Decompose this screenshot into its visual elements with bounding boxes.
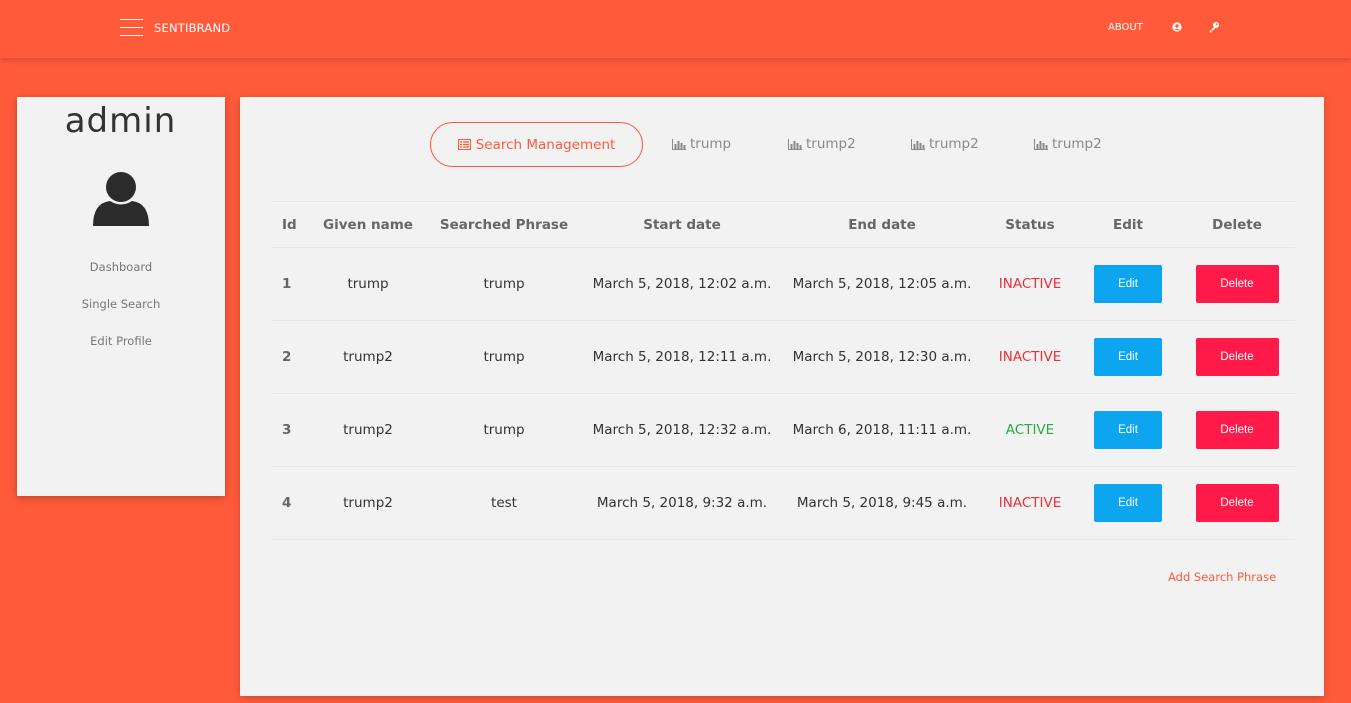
cell-delete: Delete (1179, 320, 1295, 394)
edit-button[interactable]: Edit (1094, 265, 1162, 303)
delete-button[interactable]: Delete (1195, 265, 1279, 303)
tab-search-management[interactable]: Search Management (430, 122, 643, 167)
user-silhouette-icon (93, 172, 149, 226)
tab-trump2-a[interactable]: trump2 (788, 134, 856, 154)
tab-label: trump2 (929, 136, 979, 152)
cell-id: 1 (271, 247, 311, 321)
hamburger-menu-icon[interactable] (120, 18, 143, 38)
cell-edit: Edit (1077, 247, 1179, 321)
key-icon[interactable] (1208, 21, 1220, 33)
cell-phrase: trump (425, 320, 583, 394)
bar-chart-icon (672, 138, 686, 150)
delete-button[interactable]: Delete (1195, 411, 1279, 449)
tab-trump2-b[interactable]: trump2 (911, 134, 979, 154)
tab-label: trump (690, 136, 732, 152)
status-badge: INACTIVE (983, 320, 1077, 394)
header-end-date: End date (781, 201, 983, 248)
header-searched-phrase: Searched Phrase (425, 201, 583, 248)
table-row: 4 trump2 test March 5, 2018, 9:32 a.m. M… (271, 466, 1295, 540)
cell-given-name: trump2 (311, 466, 425, 540)
bar-chart-icon (1034, 138, 1048, 150)
table-row: 3 trump2 trump March 5, 2018, 12:32 a.m.… (271, 393, 1295, 467)
about-link[interactable]: ABOUT (1108, 20, 1143, 36)
cell-start-date: March 5, 2018, 9:32 a.m. (583, 466, 781, 540)
cell-start-date: March 5, 2018, 12:02 a.m. (583, 247, 781, 321)
delete-button[interactable]: Delete (1195, 484, 1279, 522)
search-management-table: Id Given name Searched Phrase Start date… (271, 201, 1295, 540)
table-row: 1 trump trump March 5, 2018, 12:02 a.m. … (271, 247, 1295, 321)
header-given-name: Given name (311, 201, 425, 248)
list-icon (457, 139, 471, 150)
sidebar-item-edit-profile[interactable]: Edit Profile (17, 333, 225, 349)
tab-trump2-c[interactable]: trump2 (1034, 134, 1102, 154)
cell-end-date: March 5, 2018, 12:05 a.m. (781, 247, 983, 321)
header-id: Id (271, 201, 311, 248)
top-navbar: SENTIBRAND ABOUT (0, 0, 1351, 58)
status-badge: ACTIVE (983, 393, 1077, 467)
header-edit: Edit (1077, 201, 1179, 248)
header-status: Status (983, 201, 1077, 248)
table-header-row: Id Given name Searched Phrase Start date… (271, 201, 1295, 248)
tab-label: trump2 (1052, 136, 1102, 152)
user-account-icon[interactable] (1172, 22, 1182, 32)
cell-end-date: March 5, 2018, 9:45 a.m. (781, 466, 983, 540)
sidebar-item-dashboard[interactable]: Dashboard (17, 259, 225, 275)
add-search-phrase-link[interactable]: Add Search Phrase (1168, 569, 1276, 585)
edit-button[interactable]: Edit (1094, 484, 1162, 522)
cell-phrase: trump (425, 393, 583, 467)
cell-delete: Delete (1179, 393, 1295, 467)
bar-chart-icon (788, 138, 802, 150)
username-heading: admin (64, 101, 177, 141)
cell-end-date: March 5, 2018, 12:30 a.m. (781, 320, 983, 394)
bar-chart-icon (911, 138, 925, 150)
cell-delete: Delete (1179, 247, 1295, 321)
edit-button[interactable]: Edit (1094, 411, 1162, 449)
cell-edit: Edit (1077, 393, 1179, 467)
cell-edit: Edit (1077, 320, 1179, 394)
delete-button[interactable]: Delete (1195, 338, 1279, 376)
tab-label: trump2 (806, 136, 856, 152)
cell-given-name: trump2 (311, 393, 425, 467)
cell-delete: Delete (1179, 466, 1295, 540)
edit-button[interactable]: Edit (1094, 338, 1162, 376)
cell-edit: Edit (1077, 466, 1179, 540)
cell-given-name: trump2 (311, 320, 425, 394)
cell-id: 4 (271, 466, 311, 540)
cell-id: 3 (271, 393, 311, 467)
table-row: 2 trump2 trump March 5, 2018, 12:11 a.m.… (271, 320, 1295, 394)
header-start-date: Start date (583, 201, 781, 248)
tab-trump[interactable]: trump (672, 134, 731, 154)
header-delete: Delete (1179, 201, 1295, 248)
cell-end-date: March 6, 2018, 11:11 a.m. (781, 393, 983, 467)
status-badge: INACTIVE (983, 247, 1077, 321)
status-badge: INACTIVE (983, 466, 1077, 540)
sidebar-item-single-search[interactable]: Single Search (17, 296, 225, 312)
cell-given-name: trump (311, 247, 425, 321)
cell-start-date: March 5, 2018, 12:32 a.m. (583, 393, 781, 467)
cell-phrase: trump (425, 247, 583, 321)
cell-start-date: March 5, 2018, 12:11 a.m. (583, 320, 781, 394)
tab-label: Search Management (475, 136, 616, 153)
brand-name[interactable]: SENTIBRAND (154, 20, 230, 36)
cell-phrase: test (425, 466, 583, 540)
cell-id: 2 (271, 320, 311, 394)
